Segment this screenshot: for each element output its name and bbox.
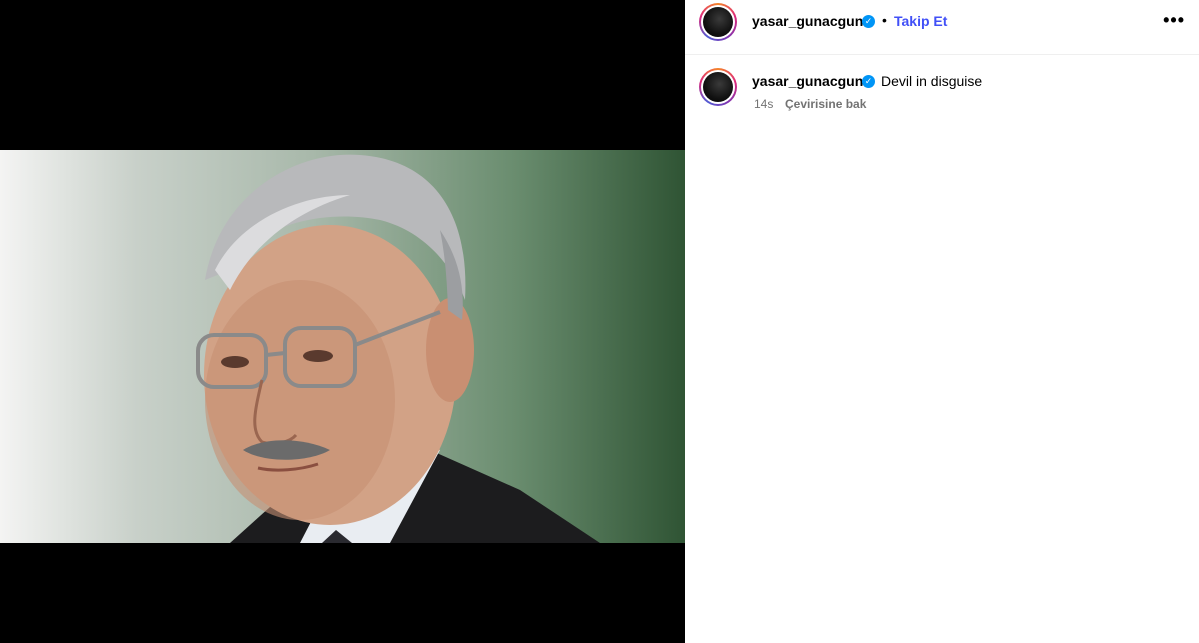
- caption-text: Devil in disguise: [881, 73, 983, 89]
- verified-badge-icon: ✓: [862, 15, 875, 28]
- header-separator: •: [882, 12, 887, 28]
- verified-badge-icon: ✓: [862, 75, 875, 88]
- author-avatar[interactable]: [699, 3, 737, 41]
- post-image: [0, 150, 685, 543]
- post-media-viewer[interactable]: [0, 0, 685, 643]
- portrait-illustration: [196, 154, 600, 543]
- follow-button[interactable]: Takip Et: [894, 13, 947, 29]
- caption-username-link[interactable]: yasar_gunacgun: [752, 73, 863, 89]
- post-details-panel: yasar_gunacgun ✓ • Takip Et ••• yasar_gu…: [685, 0, 1199, 643]
- avatar-image: [703, 7, 733, 37]
- caption-author-avatar[interactable]: [699, 68, 737, 106]
- author-username-link[interactable]: yasar_gunacgun: [752, 13, 863, 29]
- see-translation-button[interactable]: Çevirisine bak: [785, 97, 866, 111]
- avatar-image: [703, 72, 733, 102]
- more-options-icon[interactable]: •••: [1163, 10, 1185, 31]
- post-time[interactable]: 14s: [754, 97, 773, 111]
- post-header: yasar_gunacgun ✓ • Takip Et •••: [685, 0, 1199, 55]
